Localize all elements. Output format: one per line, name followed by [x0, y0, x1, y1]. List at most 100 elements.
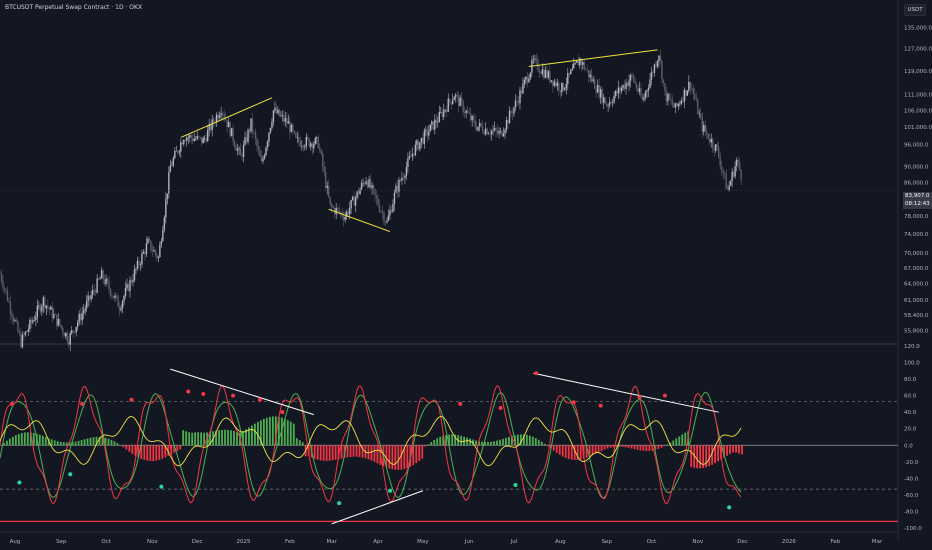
histogram-bar — [657, 445, 660, 450]
candle-body — [607, 105, 609, 106]
candle-body — [266, 141, 269, 148]
candle-body — [589, 74, 591, 78]
time-axis-label: Mar — [327, 539, 338, 545]
candle-body — [97, 278, 100, 280]
candle-body — [350, 199, 352, 209]
time-axis-label: Sep — [601, 539, 612, 545]
candle-body — [17, 321, 19, 332]
candle-body — [634, 81, 636, 84]
candle-body — [691, 88, 693, 89]
histogram-bar — [182, 430, 185, 446]
candle-body — [53, 314, 55, 318]
histogram-bar — [17, 433, 20, 446]
candle-body — [81, 313, 83, 321]
overbought-marker — [186, 389, 191, 394]
candle-body — [257, 146, 260, 151]
candle-body — [372, 185, 375, 190]
candle-body — [59, 318, 61, 326]
candle-body — [265, 147, 267, 156]
candle-body — [344, 216, 346, 220]
oscillator-axis-label: 40.0 — [904, 410, 917, 416]
candle-body — [389, 210, 391, 216]
candle-body — [616, 90, 618, 94]
candle-body — [731, 171, 733, 182]
candle-body — [206, 130, 209, 142]
candle-body — [217, 114, 219, 118]
candle-body — [112, 296, 115, 298]
candle-body — [692, 88, 694, 94]
histogram-bar — [397, 445, 400, 470]
candle-body — [682, 100, 684, 102]
histogram-bar — [451, 434, 454, 446]
candle-body — [144, 251, 146, 255]
candle-body — [399, 179, 402, 181]
candle-body — [390, 210, 393, 213]
candle-body — [159, 244, 161, 258]
candle-body — [168, 172, 170, 194]
histogram-bar — [236, 431, 238, 446]
candle-body — [574, 62, 576, 64]
overbought-marker — [534, 371, 539, 376]
overbought-marker — [637, 395, 642, 400]
time-axis-label: May — [417, 539, 429, 545]
histogram-bar — [717, 445, 720, 462]
candle-body — [121, 301, 124, 309]
candle-body — [653, 64, 656, 73]
currency-button[interactable]: USDT — [904, 4, 926, 16]
candle-body — [293, 130, 296, 133]
candle-body — [123, 296, 125, 302]
candle-body — [160, 241, 163, 245]
candle-body — [347, 211, 349, 215]
candle-body — [211, 119, 213, 131]
histogram-bar — [233, 431, 235, 446]
histogram-bar — [678, 436, 681, 446]
histogram-bar — [597, 445, 600, 453]
candle-body — [656, 61, 659, 67]
candle-body — [619, 87, 621, 92]
candle-body — [383, 212, 385, 223]
candle-body — [676, 103, 678, 106]
histogram-bar — [8, 438, 11, 446]
candle-body — [227, 122, 230, 128]
candle-body — [142, 251, 145, 254]
overbought-marker — [662, 393, 667, 398]
candle-body — [526, 76, 529, 83]
candle-body — [239, 148, 242, 156]
candle-body — [254, 132, 257, 139]
candle-body — [199, 137, 201, 138]
candle-body — [498, 131, 500, 134]
candle-body — [6, 290, 9, 301]
candle-body — [47, 305, 49, 308]
oscillator-axis-label: -40.0 — [904, 476, 919, 482]
candle-body — [269, 128, 272, 133]
candle-body — [535, 58, 538, 60]
histogram-bar — [642, 445, 645, 451]
candle-body — [408, 156, 411, 159]
candle-body — [201, 137, 203, 144]
candle-body — [649, 79, 651, 88]
time-axis-label: 2026 — [782, 539, 796, 545]
candle-body — [74, 331, 76, 333]
histogram-bar — [600, 445, 603, 451]
candle-body — [667, 93, 669, 102]
price-axis-label: 86,000.0 — [904, 180, 929, 186]
candle-body — [326, 185, 328, 188]
histogram-bar — [439, 436, 442, 446]
candle-body — [713, 147, 715, 151]
candle-body — [740, 170, 742, 180]
candle-body — [169, 165, 172, 173]
histogram-bar — [328, 445, 331, 461]
candle-body — [33, 320, 36, 321]
histogram-bar — [391, 445, 394, 470]
trading-chart[interactable]: 135,000.0 127,000.0 119,000.0 111,000.0 106,… — [0, 0, 932, 550]
candle-body — [661, 60, 663, 80]
histogram-bar — [125, 445, 128, 450]
candle-body — [483, 131, 485, 135]
candle-body — [435, 119, 437, 123]
price-axis-label: 55,800.0 — [904, 329, 929, 335]
candle-body — [716, 144, 718, 147]
histogram-bar — [537, 439, 540, 446]
histogram-bar — [543, 443, 546, 446]
histogram-bar — [681, 434, 684, 446]
candle-body — [44, 297, 46, 309]
